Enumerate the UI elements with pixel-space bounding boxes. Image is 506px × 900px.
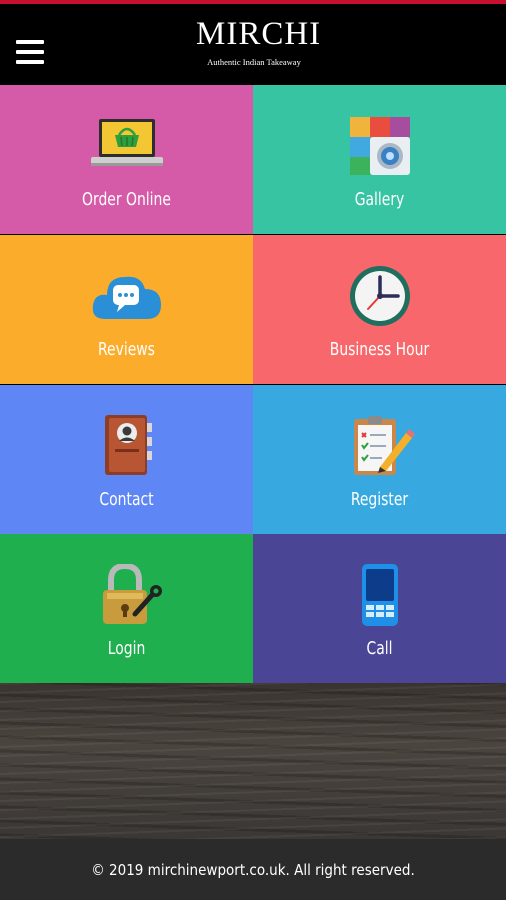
menu-grid: Order Online Gallery Reviews Business Ho… (0, 85, 506, 683)
hamburger-menu-icon[interactable] (16, 40, 44, 64)
tile-label: Business Hour (329, 339, 430, 360)
tile-register[interactable]: Register (253, 385, 506, 534)
tile-label: Call (366, 638, 393, 659)
logo-tagline: Authentic Indian Takeaway (207, 57, 301, 67)
clipboard-pencil-icon (353, 416, 415, 475)
app-header: MIRCHI Authentic Indian Takeaway (0, 4, 506, 85)
tile-order-online[interactable]: Order Online (0, 85, 253, 234)
logo[interactable]: MIRCHI Authentic Indian Takeaway (196, 14, 322, 80)
tile-login[interactable]: Login (0, 534, 253, 683)
clock-icon (349, 266, 410, 326)
tile-label: Register (350, 489, 409, 510)
tile-label: Reviews (98, 339, 155, 360)
background-wood-image (0, 683, 506, 839)
tile-label: Login (107, 638, 146, 659)
tile-label: Order Online (82, 189, 171, 210)
tile-business-hour[interactable]: Business Hour (253, 235, 506, 384)
logo-wordmark: MIRCHI (196, 16, 322, 52)
tile-call[interactable]: Call (253, 534, 506, 683)
tile-label: Contact (99, 489, 154, 510)
photo-gallery-icon (349, 117, 410, 175)
chat-cloud-icon (92, 276, 161, 319)
footer: © 2019 mirchinewport.co.uk. All right re… (0, 839, 506, 900)
tile-gallery[interactable]: Gallery (253, 85, 506, 234)
tile-contact[interactable]: Contact (0, 385, 253, 534)
mobile-phone-icon (361, 564, 398, 626)
laptop-shopping-basket-icon (90, 119, 163, 166)
address-book-icon (104, 415, 152, 475)
copyright-text: © 2019 mirchinewport.co.uk. All right re… (91, 861, 415, 879)
tile-label: Gallery (354, 189, 405, 210)
padlock-key-icon (102, 564, 162, 624)
tile-reviews[interactable]: Reviews (0, 235, 253, 384)
